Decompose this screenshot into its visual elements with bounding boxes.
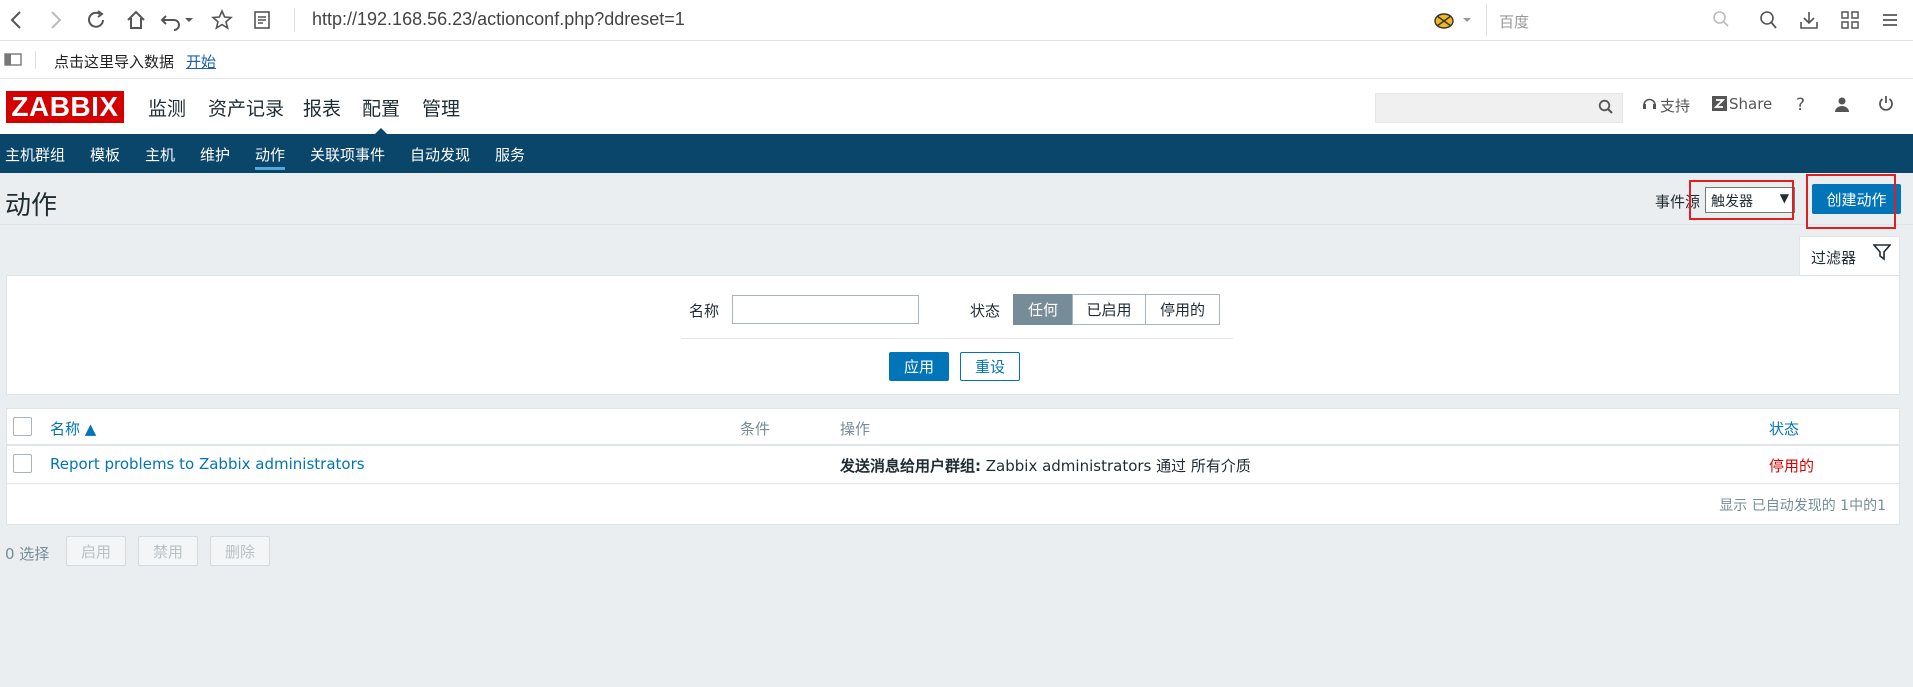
download-icon[interactable]	[1795, 6, 1823, 34]
filter-name-input[interactable]	[732, 295, 919, 324]
filter-status-label: 状态	[970, 302, 1001, 320]
filter-name-label: 名称	[689, 302, 720, 320]
config-subnav: 主机群组 模板 主机 维护 动作 关联项事件 自动发现 服务	[0, 134, 1913, 173]
subnav-actions[interactable]: 动作	[255, 144, 286, 170]
bookmarks-bar: 点击这里导入数据 开始	[0, 41, 1913, 79]
subnav-services[interactable]: 服务	[495, 144, 525, 165]
page-header: 动作 事件源 触发器 ▼ 创建动作	[0, 173, 1913, 229]
power-icon[interactable]	[1878, 95, 1894, 116]
bookmarks-separator	[35, 51, 36, 69]
star-icon[interactable]	[208, 6, 236, 34]
menu-administration[interactable]: 管理	[422, 94, 460, 121]
action-operations: 发送消息给用户群组: Zabbix administrators 通过 所有介质	[840, 455, 1251, 476]
highlight-box-create-action	[1806, 174, 1896, 229]
zabbix-logo[interactable]: ZABBIX	[6, 91, 124, 123]
menu-monitoring[interactable]: 监测	[148, 94, 186, 121]
subnav-event-correlation[interactable]: 关联项事件	[310, 144, 385, 165]
table-header: 名称 ▲ 条件 操作 状态	[7, 409, 1899, 446]
status-badge[interactable]: 停用的	[1769, 455, 1814, 476]
menu-configuration[interactable]: 配置	[362, 94, 400, 135]
page-title: 动作	[5, 191, 58, 221]
operation-type: 发送消息给用户群组:	[840, 457, 981, 475]
url-separator	[294, 8, 295, 32]
table-footer-count: 显示 已自动发现的 1中的1	[1719, 498, 1886, 514]
user-profile-icon[interactable]	[1834, 96, 1850, 116]
reader-icon[interactable]	[248, 6, 276, 34]
headset-icon	[1642, 96, 1657, 115]
filter-divider	[681, 338, 1233, 339]
delete-button[interactable]: 删除	[210, 536, 270, 566]
extension-icon[interactable]	[1430, 6, 1458, 34]
forward-icon[interactable]	[42, 6, 70, 34]
column-operations: 操作	[840, 420, 871, 438]
apps-icon[interactable]	[1836, 6, 1864, 34]
row-checkbox[interactable]	[13, 454, 32, 473]
browser-toolbar: http://192.168.56.23/actionconf.php?ddre…	[0, 0, 1913, 41]
highlight-box-event-source	[1689, 180, 1794, 220]
browser-search-placeholder: 百度	[1499, 13, 1530, 31]
search-icon[interactable]	[1712, 10, 1730, 32]
filter-icon	[1872, 243, 1892, 265]
operation-detail: Zabbix administrators 通过 所有介质	[981, 457, 1251, 475]
menu-inventory[interactable]: 资产记录	[208, 94, 284, 121]
action-name-link[interactable]: Report problems to Zabbix administrators	[50, 455, 365, 473]
support-link[interactable]: 支持	[1660, 95, 1690, 116]
undo-dropdown-icon[interactable]	[182, 6, 196, 34]
mass-action-bar: 0 选择 启用 禁用 删除	[0, 536, 400, 567]
filter-tab[interactable]: 过滤器	[1799, 236, 1900, 275]
column-status[interactable]: 状态	[1769, 418, 1799, 439]
actions-table: 名称 ▲ 条件 操作 状态 Report problems to Zabbix …	[6, 408, 1900, 525]
menu-reports[interactable]: 报表	[303, 94, 341, 121]
help-icon[interactable]: ?	[1796, 95, 1805, 115]
menu-icon[interactable]	[1876, 6, 1904, 34]
subnav-discovery[interactable]: 自动发现	[410, 144, 470, 165]
extension-dropdown-icon[interactable]	[1460, 6, 1474, 34]
subnav-maintenance[interactable]: 维护	[200, 144, 230, 165]
table-row: Report problems to Zabbix administrators…	[7, 446, 1899, 484]
subnav-host-groups[interactable]: 主机群组	[5, 144, 65, 165]
reload-icon[interactable]	[82, 6, 110, 34]
browser-search-box[interactable]: 百度	[1486, 4, 1736, 36]
enable-button[interactable]: 启用	[66, 536, 126, 566]
back-icon[interactable]	[2, 6, 30, 34]
apply-button[interactable]: 应用	[889, 352, 949, 381]
status-enabled-option[interactable]: 已启用	[1072, 294, 1146, 325]
column-conditions: 条件	[740, 420, 771, 438]
column-name-sort[interactable]: 名称 ▲	[50, 418, 96, 439]
search-icon[interactable]	[1598, 99, 1614, 119]
filter-tab-label: 过滤器	[1811, 249, 1857, 267]
filter-form: 名称 状态 任何 已启用 停用的 应用 重设	[6, 275, 1900, 395]
subnav-hosts[interactable]: 主机	[145, 144, 175, 165]
home-icon[interactable]	[122, 6, 150, 34]
selected-count: 0 选择	[5, 545, 50, 563]
import-bookmarks-text: 点击这里导入数据	[54, 53, 175, 71]
reset-button[interactable]: 重设	[960, 352, 1020, 381]
status-any-option[interactable]: 任何	[1013, 294, 1073, 325]
share-icon	[1712, 96, 1727, 115]
global-search-input[interactable]	[1375, 93, 1623, 123]
history-icon[interactable]	[1754, 6, 1782, 34]
sidebar-toggle-icon[interactable]	[4, 53, 22, 70]
disable-button[interactable]: 禁用	[138, 536, 198, 566]
subnav-templates[interactable]: 模板	[90, 144, 120, 165]
address-bar[interactable]: http://192.168.56.23/actionconf.php?ddre…	[312, 9, 685, 30]
zabbix-header: ZABBIX 监测 资产记录 报表 配置 管理 支持 Share ?	[0, 79, 1913, 135]
select-all-checkbox[interactable]	[13, 417, 32, 436]
start-link[interactable]: 开始	[186, 51, 216, 72]
share-link[interactable]: Share	[1729, 95, 1772, 113]
status-disabled-option[interactable]: 停用的	[1145, 294, 1220, 325]
